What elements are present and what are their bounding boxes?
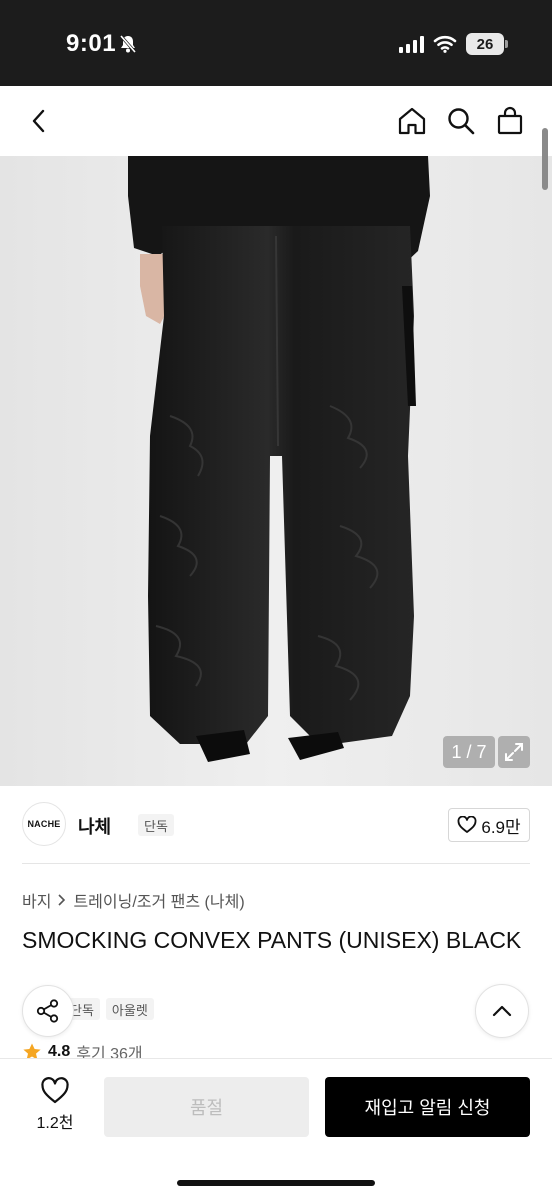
divider bbox=[22, 863, 530, 864]
product-title: SMOCKING CONVEX PANTS (UNISEX) BLACK bbox=[22, 927, 522, 953]
chevron-right-icon bbox=[58, 894, 66, 906]
bottom-action-bar: 1.2천 품절 재입고 알림 신청 bbox=[0, 1058, 552, 1200]
search-icon bbox=[448, 108, 475, 135]
wifi-icon bbox=[433, 35, 457, 53]
expand-icon bbox=[505, 743, 523, 761]
breadcrumb-subcategory[interactable]: 트레이닝/조거 팬츠 (나체) bbox=[73, 888, 244, 912]
brand-row: NACHE 나체 단독 6.9만 bbox=[22, 802, 530, 848]
search-button[interactable] bbox=[442, 102, 480, 140]
home-indicator bbox=[177, 1180, 375, 1186]
share-icon bbox=[36, 999, 59, 1023]
product-photo bbox=[0, 156, 552, 786]
share-button[interactable] bbox=[22, 985, 74, 1037]
back-button[interactable] bbox=[20, 102, 58, 140]
page-scroll-indicator bbox=[542, 128, 548, 190]
image-counter: 1 / 7 bbox=[443, 736, 495, 768]
expand-image-button[interactable] bbox=[498, 736, 530, 768]
wishlist-count: 1.2천 bbox=[36, 1115, 74, 1132]
soldout-button: 품절 bbox=[104, 1077, 309, 1137]
shopping-bag-icon bbox=[497, 106, 523, 135]
product-image[interactable] bbox=[0, 156, 552, 786]
chevron-up-icon bbox=[492, 1005, 512, 1017]
tag-outlet: 아울렛 bbox=[105, 998, 154, 1020]
breadcrumb-category[interactable]: 바지 bbox=[22, 888, 51, 912]
brand-like-button[interactable]: 6.9만 bbox=[448, 808, 530, 842]
battery-icon: 26 bbox=[466, 33, 508, 55]
brand-name[interactable]: 나체 bbox=[78, 813, 111, 839]
scroll-top-button[interactable] bbox=[475, 984, 529, 1038]
status-bar: 9:01 26 bbox=[0, 0, 552, 86]
brand-logo[interactable]: NACHE bbox=[22, 802, 66, 846]
nav-bar bbox=[0, 86, 552, 156]
status-indicators: 26 bbox=[399, 33, 508, 55]
wishlist-button[interactable]: 1.2천 bbox=[26, 1077, 84, 1137]
brand-like-count: 6.9만 bbox=[481, 817, 521, 837]
product-tags: 단독 아울렛 bbox=[64, 998, 154, 1020]
home-icon bbox=[398, 107, 426, 135]
cellular-signal-icon bbox=[399, 35, 424, 53]
heart-icon bbox=[457, 816, 477, 833]
chevron-left-icon bbox=[32, 109, 45, 133]
restock-alert-button[interactable]: 재입고 알림 신청 bbox=[325, 1077, 530, 1137]
bell-off-icon bbox=[119, 35, 137, 53]
status-time: 9:01 bbox=[66, 30, 117, 57]
exclusive-badge: 단독 bbox=[138, 814, 174, 836]
heart-icon bbox=[41, 1077, 69, 1104]
home-button[interactable] bbox=[393, 102, 431, 140]
cart-button[interactable] bbox=[491, 102, 529, 140]
breadcrumb: 바지 트레이닝/조거 팬츠 (나체) bbox=[22, 888, 245, 912]
